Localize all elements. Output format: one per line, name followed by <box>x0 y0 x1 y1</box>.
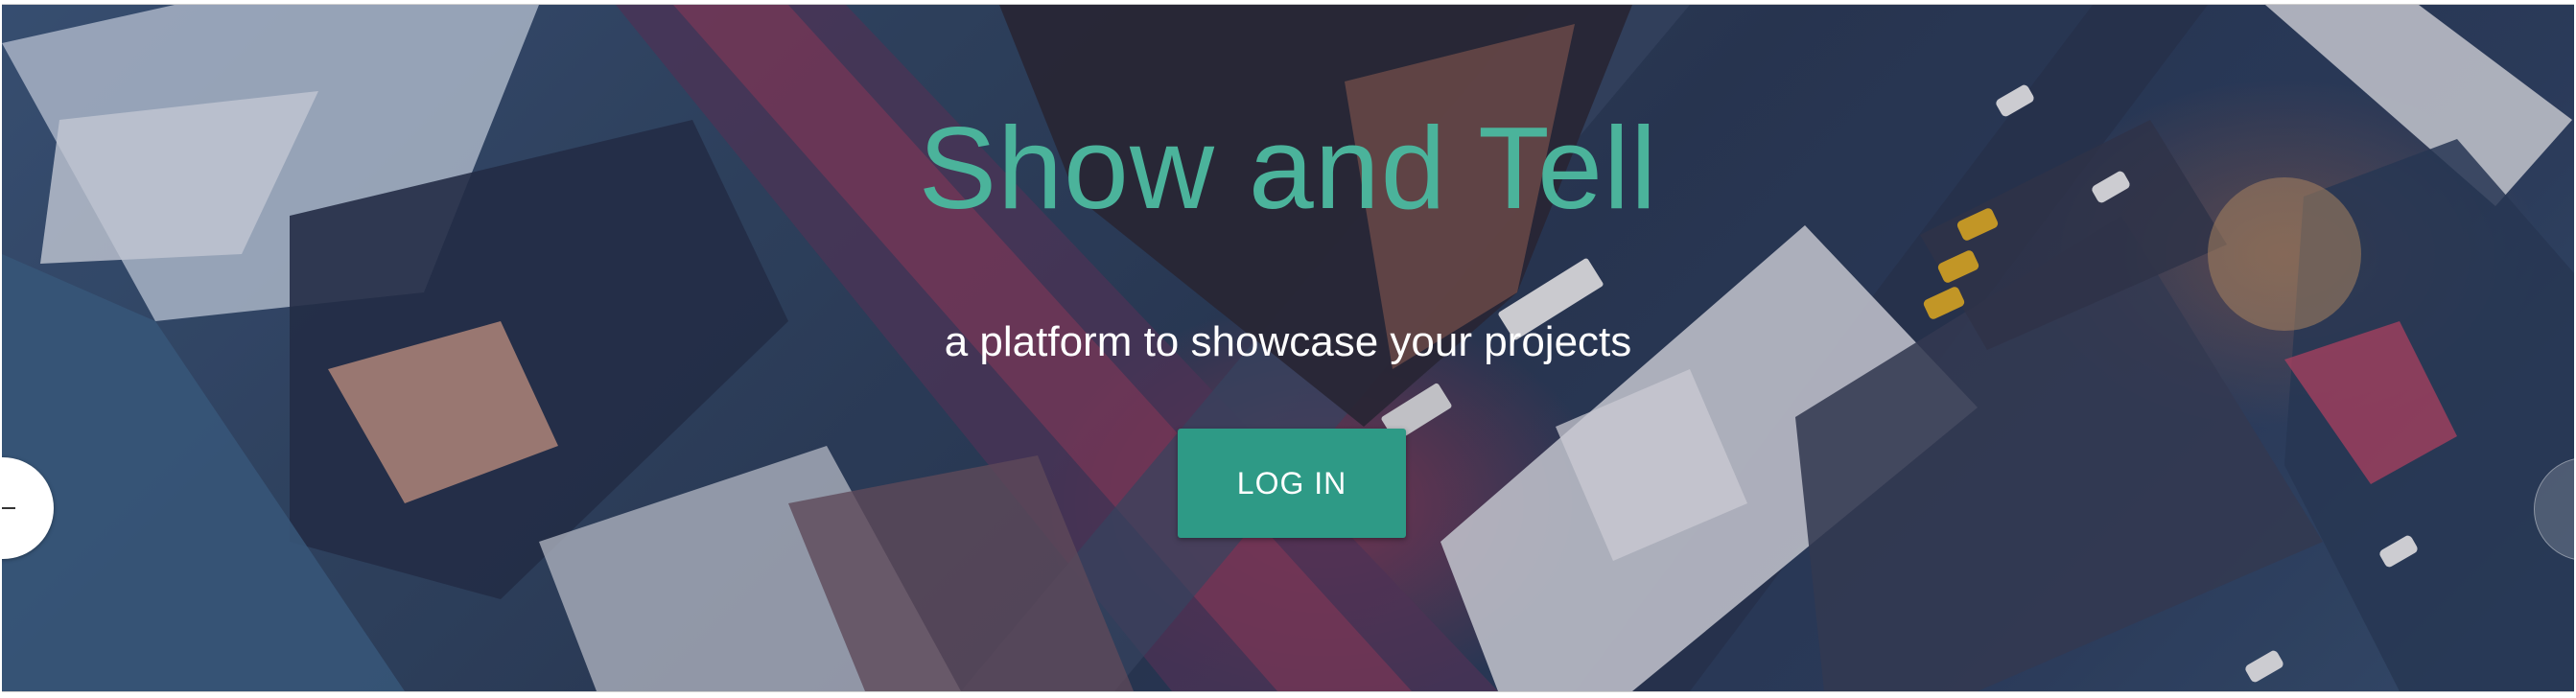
hero-subtitle: a platform to showcase your projects <box>944 318 1632 365</box>
login-button[interactable]: LOG IN <box>1178 429 1406 538</box>
arrow-left-icon <box>2 507 15 509</box>
hero-banner: Show and Tell a platform to showcase you… <box>2 4 2574 692</box>
hero-title: Show and Tell <box>918 103 1658 233</box>
